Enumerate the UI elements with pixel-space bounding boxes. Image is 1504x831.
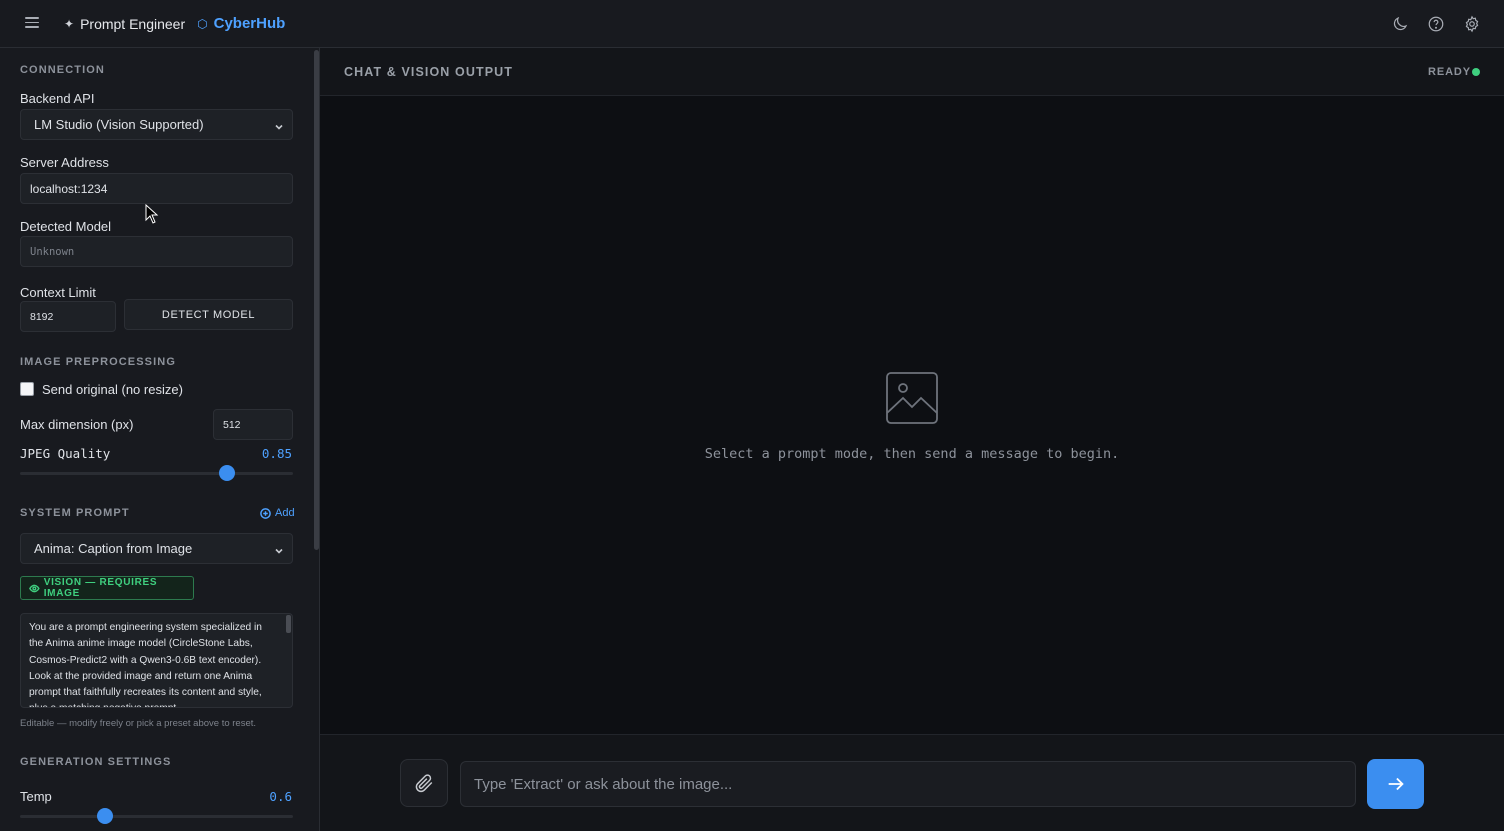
jpeg-quality-slider-thumb[interactable] xyxy=(219,465,236,481)
context-label: Context Limit xyxy=(20,285,96,300)
system-prompt-text: You are a prompt engineering system spec… xyxy=(29,622,262,707)
hexagon-icon: ⬡ xyxy=(197,16,208,31)
status-text: READY xyxy=(1427,66,1471,78)
backend-label: Backend API xyxy=(20,91,95,106)
chevron-down-icon xyxy=(274,120,284,130)
plus-circle-icon xyxy=(260,507,271,519)
mouse-cursor-icon xyxy=(145,204,159,224)
detect-model-button[interactable]: DETECT MODEL xyxy=(124,299,293,330)
sidebar-scrollbar[interactable] xyxy=(314,50,319,550)
paperclip-icon xyxy=(415,774,433,793)
jpeg-quality-value: 0.85 xyxy=(261,446,292,461)
jpeg-quality-slider[interactable] xyxy=(20,465,293,481)
main-header: CHAT & VISION OUTPUT READY xyxy=(320,48,1504,96)
temp-slider-thumb[interactable] xyxy=(96,808,113,824)
moon-icon[interactable] xyxy=(1390,14,1410,34)
section-generation-settings: GENERATION SETTINGS xyxy=(20,756,172,768)
vision-required-badge: VISION — REQUIRES IMAGE xyxy=(20,576,194,600)
system-prompt-value: Anima: Caption from Image xyxy=(34,541,193,556)
brand-name[interactable]: CyberHub xyxy=(214,15,286,32)
temp-label: Temp xyxy=(20,789,52,804)
top-bar: ✦ Prompt Engineer ⬡ CyberHub xyxy=(0,0,1504,48)
system-prompt-textarea[interactable]: You are a prompt engineering system spec… xyxy=(20,613,293,708)
chevron-down-icon xyxy=(274,544,284,554)
settings-icon[interactable] xyxy=(1462,14,1482,34)
status-indicator xyxy=(1472,68,1480,76)
send-original-label[interactable]: Send original (no resize) xyxy=(42,382,183,397)
vision-badge-text: VISION — REQUIRES IMAGE xyxy=(43,577,158,599)
system-prompt-hint: Editable — modify freely or pick a prese… xyxy=(20,718,257,729)
composer xyxy=(320,734,1504,831)
menu-icon[interactable] xyxy=(22,14,42,34)
empty-state-text: Select a prompt mode, then send a messag… xyxy=(704,446,1120,462)
temp-value: 0.6 xyxy=(269,789,292,804)
sparkle-icon: ✦ xyxy=(64,16,75,31)
section-image-preprocessing: IMAGE PREPROCESSING xyxy=(20,356,176,368)
main-panel: CHAT & VISION OUTPUT READY Select a prom… xyxy=(320,48,1504,831)
eye-icon xyxy=(29,584,40,592)
add-prompt-button[interactable]: Add xyxy=(260,507,295,519)
detected-model-field: Unknown xyxy=(20,236,293,267)
chat-input[interactable] xyxy=(460,761,1356,807)
image-icon xyxy=(884,370,940,426)
backend-select[interactable]: LM Studio (Vision Supported) xyxy=(20,109,293,140)
server-address-input[interactable]: localhost:1234 xyxy=(20,173,293,204)
send-original-checkbox[interactable] xyxy=(20,382,34,396)
sidebar: CONNECTION Backend API LM Studio (Vision… xyxy=(0,48,320,831)
context-limit-input[interactable]: 8192 xyxy=(20,301,116,332)
context-value: 8192 xyxy=(30,310,54,323)
arrow-right-icon xyxy=(1388,777,1404,791)
section-connection: CONNECTION xyxy=(20,64,105,76)
server-value: localhost:1234 xyxy=(30,181,108,196)
top-icons xyxy=(1390,14,1482,34)
app-name: Prompt Engineer xyxy=(80,15,186,32)
model-label: Detected Model xyxy=(20,219,112,234)
add-prompt-label: Add xyxy=(275,507,295,519)
max-dimension-label: Max dimension (px) xyxy=(20,417,134,432)
main-title: CHAT & VISION OUTPUT xyxy=(344,65,513,79)
section-system-prompt: SYSTEM PROMPT xyxy=(20,507,130,519)
temp-slider[interactable] xyxy=(20,808,293,824)
prompt-scrollbar[interactable] xyxy=(286,615,291,633)
server-label: Server Address xyxy=(20,155,109,170)
system-prompt-select[interactable]: Anima: Caption from Image xyxy=(20,533,293,564)
model-value: Unknown xyxy=(30,245,75,258)
max-dimension-value: 512 xyxy=(223,418,241,431)
attach-button[interactable] xyxy=(400,759,448,807)
app-brand: ✦ Prompt Engineer ⬡ CyberHub xyxy=(64,15,285,32)
send-button[interactable] xyxy=(1367,759,1424,809)
backend-value: LM Studio (Vision Supported) xyxy=(34,117,204,132)
jpeg-quality-label: JPEG Quality xyxy=(20,446,111,461)
max-dimension-input[interactable]: 512 xyxy=(213,409,293,440)
help-icon[interactable] xyxy=(1426,14,1446,34)
